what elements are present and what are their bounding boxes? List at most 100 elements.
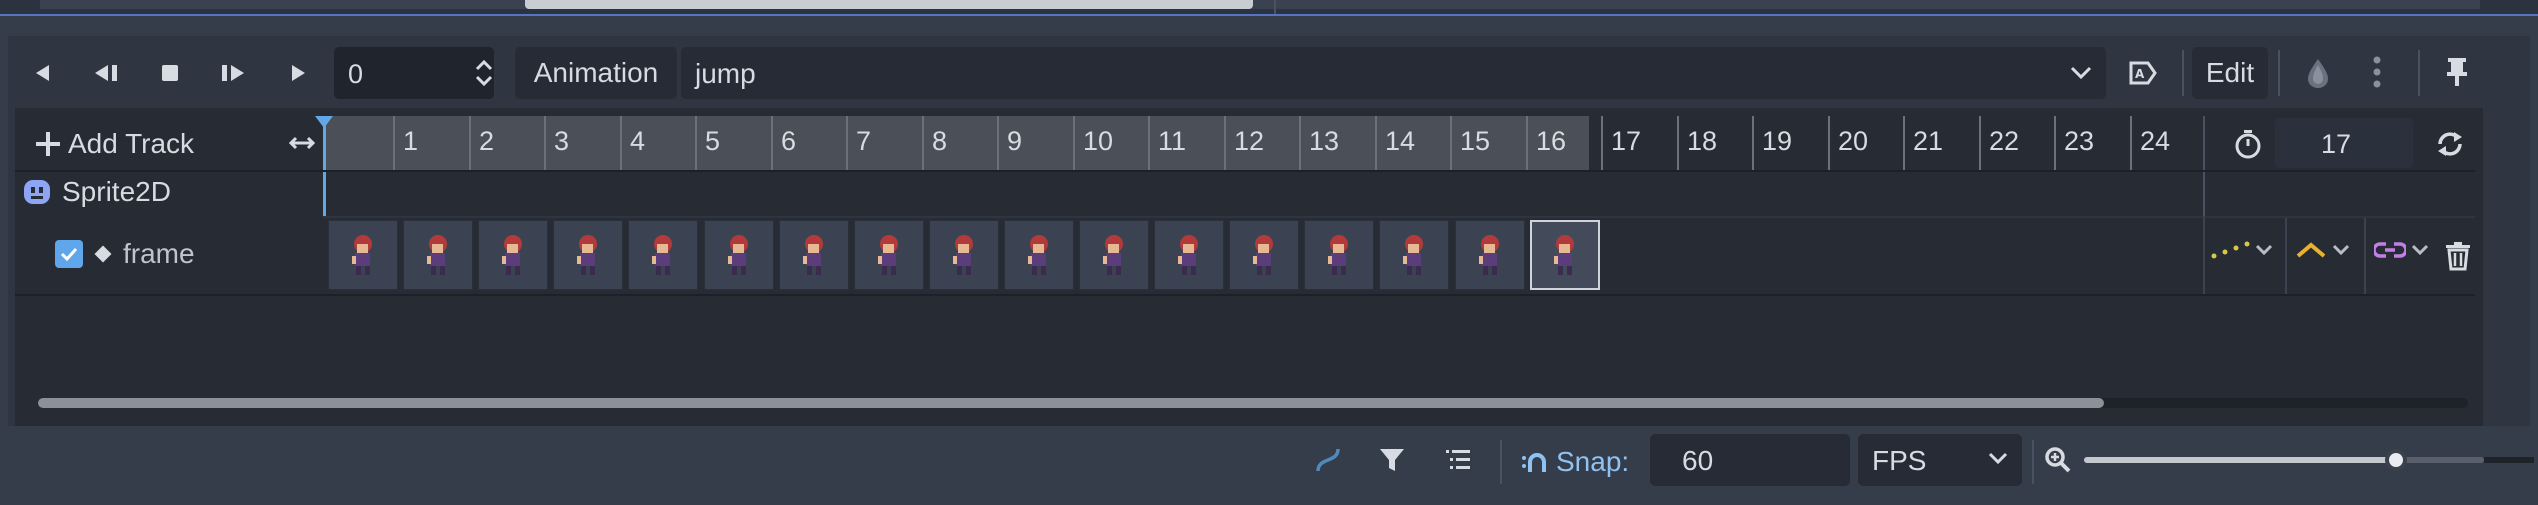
keyframe-area-end <box>2203 216 2205 294</box>
onion-skinning-options-button[interactable] <box>2362 52 2392 92</box>
keyframe[interactable] <box>1379 220 1449 290</box>
filter-icon <box>1380 449 1404 471</box>
keyframe[interactable] <box>1455 220 1525 290</box>
sprite-frame-thumbnail <box>1403 235 1423 275</box>
ruler-tick-label: 24 <box>2140 126 2171 156</box>
keyframe[interactable] <box>1229 220 1299 290</box>
ruler-tick-label: 10 <box>1083 126 1114 156</box>
stop-icon <box>162 65 178 81</box>
chevron-down-icon <box>2332 244 2350 256</box>
control-divider <box>2285 218 2287 294</box>
ruler-tick <box>1752 116 1754 172</box>
keyframe[interactable] <box>779 220 849 290</box>
add-track-label: Add Track <box>68 128 195 159</box>
row-divider <box>15 170 2475 172</box>
animation-editor: 0 Animation jump A Edit Add Track 123456… <box>0 0 2538 505</box>
snap-unit-select[interactable]: FPS <box>1858 434 2022 486</box>
spin-arrows-icon[interactable] <box>469 55 499 91</box>
play-from-current-button[interactable] <box>213 55 253 91</box>
edit-menu-button[interactable]: Edit <box>2192 47 2268 99</box>
animation-select[interactable]: jump <box>681 47 2106 99</box>
snap-magnet-icon <box>1522 453 1546 472</box>
snap-step-field[interactable]: 60 <box>1650 434 1850 486</box>
pin-panel-button[interactable] <box>2440 52 2474 92</box>
track-enabled-checkbox[interactable] <box>55 240 83 268</box>
ruler-tick-label: 12 <box>1234 126 1265 156</box>
chevron-down-icon <box>2255 244 2273 256</box>
zoom-slider-fill <box>2084 457 2396 463</box>
add-track-button[interactable]: Add Track <box>34 124 194 164</box>
linear-interpolation-icon <box>2296 242 2326 258</box>
track-group-node[interactable]: Sprite2D <box>22 176 171 208</box>
keyframe[interactable] <box>553 220 623 290</box>
loop-wrap-icon <box>2374 242 2406 258</box>
ruler-tick <box>1299 116 1301 172</box>
autoplay-on-load-button[interactable]: A <box>2124 55 2162 91</box>
ruler-tick <box>620 116 622 172</box>
loop-toggle-button[interactable] <box>2430 126 2470 162</box>
animation-menu-button[interactable]: Animation <box>515 47 677 99</box>
keyframe[interactable] <box>704 220 774 290</box>
keyframe[interactable] <box>1004 220 1074 290</box>
keyframe[interactable] <box>929 220 999 290</box>
sprite-frame-thumbnail <box>1103 235 1123 275</box>
viewport-scroll-thumb[interactable] <box>525 0 1253 9</box>
onion-skinning-button[interactable] <box>2300 54 2336 92</box>
ruler-tick-label: 22 <box>1989 126 2020 156</box>
ruler-tick-label: 15 <box>1460 126 1491 156</box>
bottom-divider <box>1500 440 1502 484</box>
keyframe[interactable] <box>1079 220 1149 290</box>
play-button[interactable] <box>280 55 316 91</box>
autoplay-icon: A <box>2129 61 2157 85</box>
playhead-handle[interactable] <box>315 116 333 128</box>
ruler-tick-label: 20 <box>1838 126 1869 156</box>
interpolation-mode-dropdown[interactable] <box>2295 240 2351 260</box>
ruler-tick-label: 7 <box>856 126 872 156</box>
ruler-tick-label: 1 <box>403 126 419 156</box>
loop-wrap-mode-dropdown[interactable] <box>2374 240 2430 260</box>
remove-track-button[interactable] <box>2440 238 2476 274</box>
filter-tracks-button[interactable] <box>1374 442 1410 478</box>
keyframe[interactable] <box>403 220 473 290</box>
keyframe[interactable] <box>1154 220 1224 290</box>
row-divider <box>15 294 2475 296</box>
track-header-frame[interactable]: frame <box>55 238 195 270</box>
ruler-tick-label: 6 <box>781 126 797 156</box>
play-backwards-button[interactable] <box>86 55 126 91</box>
track-column-resize-handle[interactable] <box>284 128 320 158</box>
keyframe[interactable] <box>1530 220 1600 290</box>
zoom-slider-grabber[interactable] <box>2385 449 2407 471</box>
stop-button[interactable] <box>152 55 188 91</box>
timer-icon <box>2235 130 2261 159</box>
ruler-tick <box>469 116 471 172</box>
ruler-tick-label: 23 <box>2064 126 2095 156</box>
animation-length-field[interactable]: 17 <box>2275 118 2413 168</box>
keyframe[interactable] <box>1304 220 1374 290</box>
keyframe[interactable] <box>628 220 698 290</box>
ruler-tick <box>1526 116 1528 172</box>
snap-toggle-button[interactable]: Snap: <box>1520 440 1629 484</box>
update-mode-dropdown[interactable] <box>2210 240 2274 260</box>
track-list-options-button[interactable] <box>1440 442 1476 478</box>
node-name: Sprite2D <box>62 176 171 207</box>
animation-length-value: 17 <box>2321 129 2352 159</box>
sprite-frame-thumbnail <box>878 235 898 275</box>
ruler-tick <box>846 116 848 172</box>
toolbar-divider <box>2418 50 2420 96</box>
viewport-scrollbar[interactable] <box>40 0 2480 9</box>
sprite-frame-thumbnail <box>427 235 447 275</box>
play-backwards-from-end-button[interactable] <box>24 55 60 91</box>
keyframe[interactable] <box>328 220 398 290</box>
keyframe[interactable] <box>478 220 548 290</box>
sprite2d-icon <box>24 180 50 204</box>
loop-icon <box>2438 132 2462 156</box>
snap-unit-value: FPS <box>1872 445 1927 476</box>
bezier-curves-button[interactable] <box>1310 442 1346 478</box>
sprite-frame-thumbnail <box>953 235 973 275</box>
current-frame-field[interactable]: 0 <box>334 47 494 99</box>
sprite-frame-thumbnail <box>1178 235 1198 275</box>
keyframe[interactable] <box>854 220 924 290</box>
ruler-tick-label: 21 <box>1913 126 1944 156</box>
play-from-current-icon <box>222 65 244 81</box>
timeline-scroll-thumb[interactable] <box>38 398 2104 408</box>
